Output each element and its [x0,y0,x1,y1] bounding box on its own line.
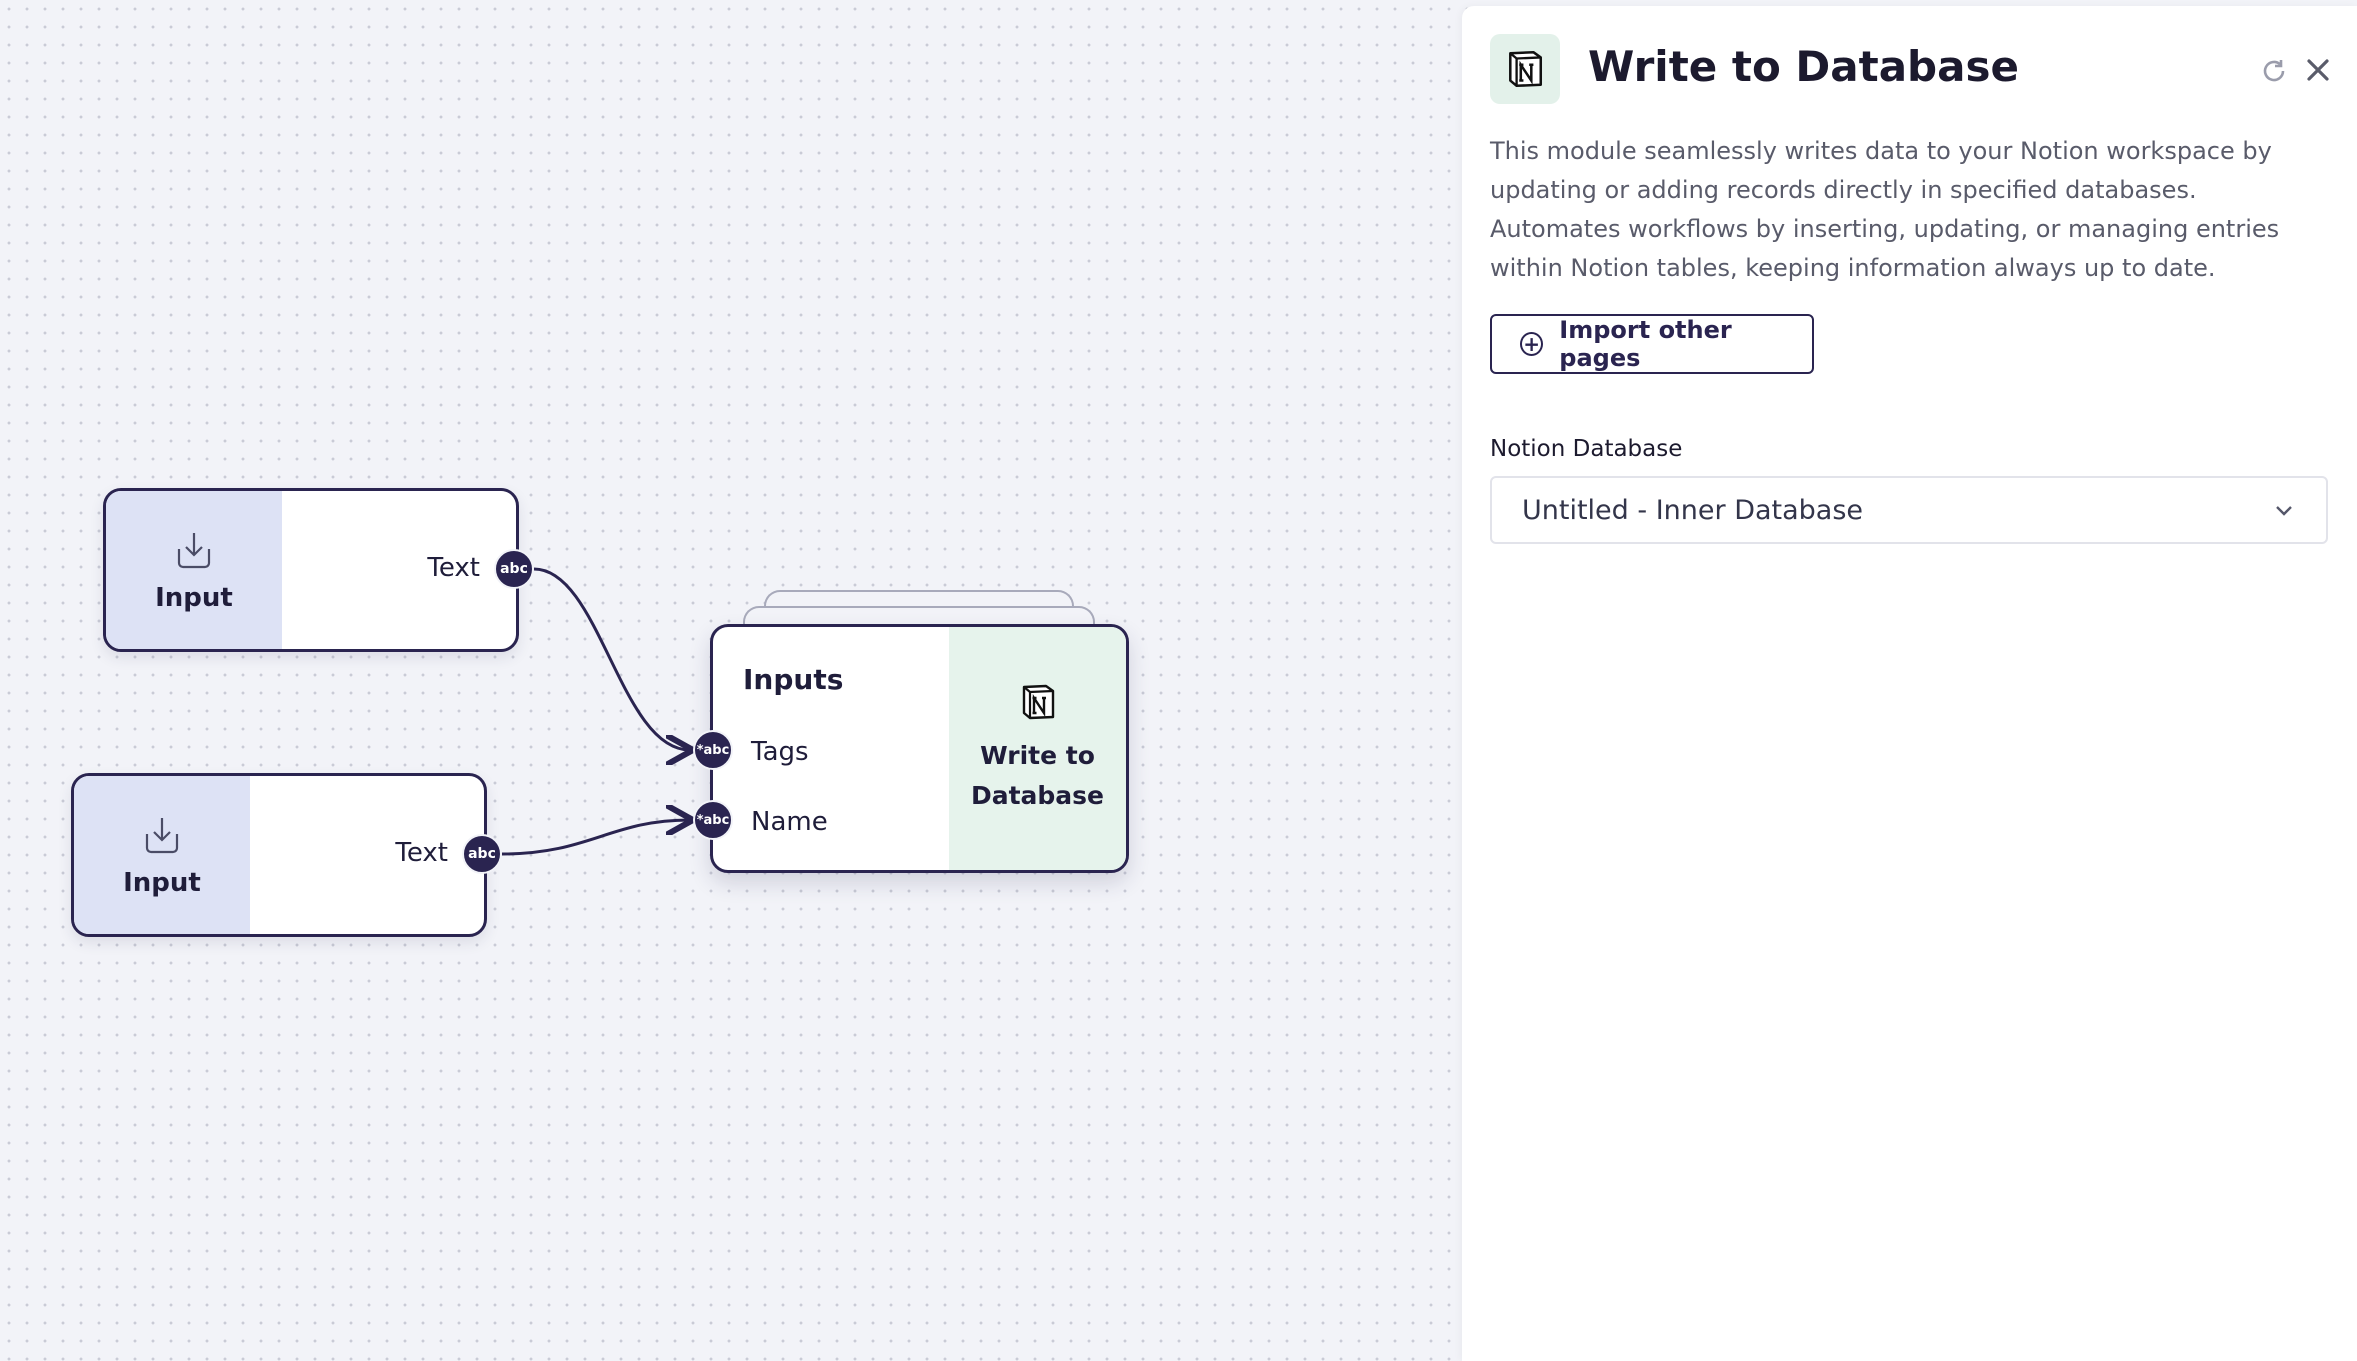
input-port-name[interactable]: *abc [693,800,733,840]
write-node-title-line1: Write to [980,740,1095,770]
output-label: Text [395,838,448,868]
close-icon[interactable] [2300,52,2336,88]
edge-input2-to-name [501,820,690,856]
module-settings-panel: Write to Database This module seamlessly… [1462,6,2357,1361]
input-label-tags: Tags [751,737,809,767]
import-button-label: Import other pages [1559,316,1732,372]
input-label-name: Name [751,807,828,837]
notion-database-select[interactable]: Untitled - Inner Database [1490,476,2328,544]
refresh-icon[interactable] [2258,56,2290,88]
write-to-database-node[interactable]: Inputs Tags Name Write to Database [710,624,1129,873]
input-node-label: Input [123,868,201,898]
input-node-icon-area: Input [106,491,282,649]
input-node-icon-area: Input [74,776,250,934]
input-node-label: Input [155,583,233,613]
import-other-pages-button[interactable]: + Import other pages [1490,314,1814,374]
add-circle-icon: + [1520,332,1544,356]
notion-logo-icon [1022,684,1054,719]
workflow-canvas[interactable]: Input Text abc Input Text abc Inputs Tag… [0,0,1462,1361]
edge-input1-to-tags [533,567,690,750]
import-icon [177,533,211,569]
write-node-title-line2: Database [970,780,1105,810]
import-icon [145,818,179,854]
notion-logo-icon [1509,50,1543,88]
chevron-down-icon [2276,506,2292,516]
module-description: This module seamlessly writes data to yo… [1490,137,2280,282]
notion-database-value: Untitled - Inner Database [1522,494,1864,526]
panel-logo [1490,34,1560,104]
notion-database-label: Notion Database [1490,436,1683,462]
input-port-tags[interactable]: *abc [693,730,733,770]
output-label: Text [427,553,480,583]
input-node-2[interactable]: Input Text [71,773,487,937]
write-node-title-area: Write to Database [949,627,1126,870]
panel-title: Write to Database [1588,42,2019,91]
output-port-2[interactable]: abc [462,834,502,874]
inputs-heading: Inputs [743,663,844,696]
output-port-1[interactable]: abc [494,549,534,589]
input-node-1[interactable]: Input Text [103,488,519,652]
